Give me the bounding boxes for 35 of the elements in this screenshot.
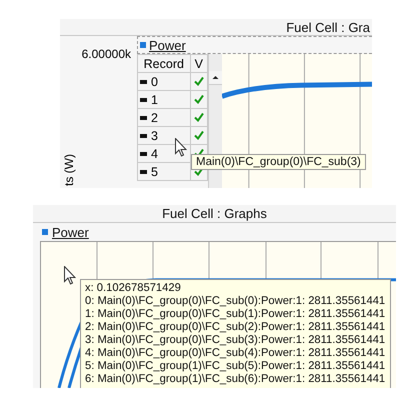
record-number: 4 — [151, 146, 158, 160]
tooltip-line: x: 0.102678571429 — [85, 282, 182, 295]
window-title: Fuel Cell : Graphs — [162, 206, 267, 221]
tooltip-line: 1: Main(0)\FC_group(0)\FC_sub(1):Power:1: 2811.35561441 — [85, 308, 386, 321]
legend-label[interactable]: Power — [149, 38, 186, 52]
cursor-icon — [175, 138, 187, 157]
check-icon[interactable] — [194, 76, 204, 86]
check-icon[interactable] — [194, 130, 204, 140]
record-number: 1 — [151, 92, 158, 106]
legend-label[interactable]: Power — [52, 224, 89, 240]
check-icon[interactable] — [194, 112, 204, 122]
tooltip-line: 3: Main(0)\FC_group(0)\FC_sub(3):Power:1: 2811.35561441 — [85, 334, 386, 347]
window-title: Fuel Cell : Gra — [286, 20, 370, 34]
series-marker-icon — [140, 98, 147, 102]
column-header[interactable]: Record — [138, 54, 190, 72]
series-marker-icon — [140, 152, 147, 156]
y-axis-max-label: 6.00000k — [82, 47, 131, 61]
series-marker-icon — [140, 134, 147, 138]
y-axis-title: ts (W) — [62, 154, 76, 186]
tooltip-line: 5: Main(0)\FC_group(1)\FC_sub(5):Power:1: 2811.35561441 — [85, 360, 386, 373]
series-marker-icon — [140, 170, 147, 174]
cursor-icon — [64, 266, 76, 285]
scroll-up-icon[interactable] — [209, 71, 222, 85]
tooltip: Main(0)\FC_group(0)\FC_sub(3) — [191, 154, 366, 170]
series-marker-icon — [140, 116, 147, 120]
record-number: 5 — [151, 164, 158, 178]
record-number: 2 — [151, 110, 158, 124]
series-marker-icon — [140, 80, 147, 84]
tooltip-line: 4: Main(0)\FC_group(0)\FC_sub(4):Power:1: 2811.35561441 — [85, 347, 386, 360]
tooltip-line: 6: Main(0)\FC_group(1)\FC_sub(6):Power:1: 2811.35561441 — [85, 373, 386, 386]
record-number: 3 — [151, 128, 158, 142]
check-icon[interactable] — [194, 94, 204, 104]
tooltip-line: 2: Main(0)\FC_group(0)\FC_sub(2):Power:1: 2811.35561441 — [85, 321, 386, 334]
record-number: 0 — [151, 74, 158, 88]
tooltip-line: 0: Main(0)\FC_group(0)\FC_sub(0):Power:1: 2811.35561441 — [85, 295, 386, 308]
